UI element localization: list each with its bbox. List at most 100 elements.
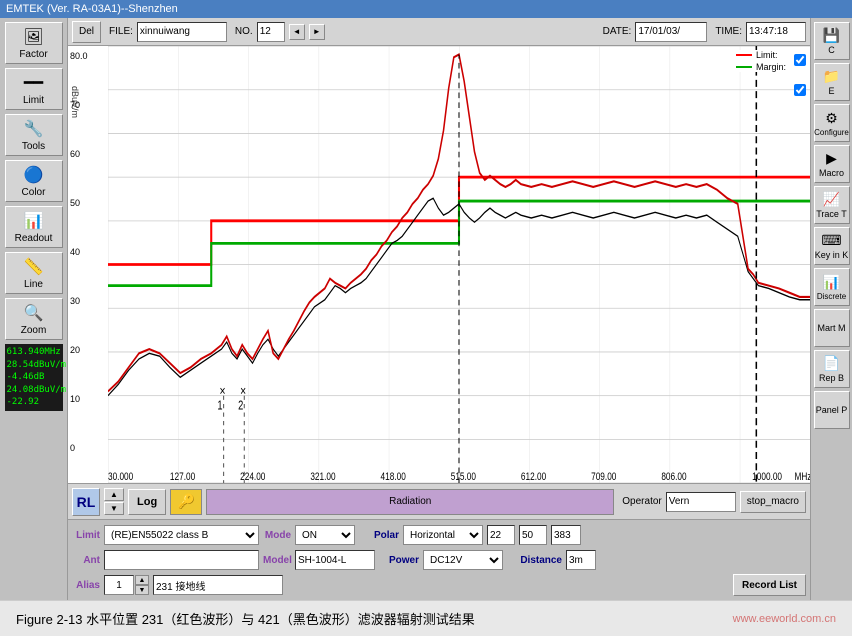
stop-macro-button[interactable]: stop_macro [740, 491, 806, 513]
time-input[interactable] [746, 22, 806, 42]
limit-select[interactable]: (RE)EN55022 class B [104, 525, 259, 545]
chart-main: × 1 × 2 30.000 127.00 224.00 321.00 418.… [108, 46, 810, 483]
right-btn-rep[interactable]: 📄 Rep B [814, 350, 850, 388]
no-prev-button[interactable]: ◄ [289, 24, 305, 40]
no-label: NO. [235, 26, 253, 37]
del-button[interactable]: Del [72, 21, 101, 43]
right-btn-f-label: E [828, 86, 834, 96]
alias-text-input[interactable] [153, 575, 283, 595]
params-area: Limit (RE)EN55022 class B Mode ON Polar … [68, 519, 810, 600]
chart-container: 80.0 70 60 50 40 30 20 10 0 dBuV/m [68, 46, 810, 483]
mode-select[interactable]: ON [295, 525, 355, 545]
polar-val3[interactable] [551, 525, 581, 545]
title-text: EMTEK (Ver. RA-03A1)--Shenzhen [6, 3, 178, 15]
power-select[interactable]: DC12V [423, 550, 503, 570]
right-btn-c-label: C [828, 45, 835, 55]
time-label: TIME: [715, 26, 742, 37]
sidebar-btn-tools[interactable]: 🔧 Tools [5, 114, 63, 156]
key-icon: 🔑 [170, 489, 202, 515]
power-label: Power [379, 555, 419, 566]
stepper-up-btn[interactable]: ▲ [135, 575, 149, 585]
right-btn-f[interactable]: 📁 E [814, 63, 850, 101]
limit-legend-line [736, 54, 752, 56]
model-input[interactable] [295, 550, 375, 570]
right-btn-configure[interactable]: ⚙ Configure [814, 104, 850, 142]
date-input[interactable] [635, 22, 707, 42]
tools-icon: 🔧 [24, 119, 44, 139]
ant-input[interactable] [104, 550, 259, 570]
alias-stepper-input[interactable] [104, 575, 134, 595]
svg-text:321.00: 321.00 [310, 471, 336, 483]
right-btn-macro[interactable]: ▶ Macro [814, 145, 850, 183]
right-btn-discrete[interactable]: 📊 Discrete [814, 268, 850, 306]
no-input[interactable] [257, 22, 285, 42]
limit-param-label: Limit [72, 530, 100, 541]
margin-legend-line [736, 66, 752, 68]
rep-label: Rep B [819, 373, 844, 383]
right-sidebar: 💾 C 📁 E ⚙ Configure ▶ Macro 📈 Trace T ⌨ [810, 18, 852, 600]
right-btn-mart[interactable]: Mart M [814, 309, 850, 347]
operator-input[interactable] [666, 492, 736, 512]
mart-label: Mart M [818, 323, 846, 333]
limit-checkbox[interactable] [794, 54, 806, 66]
stepper-down-btn[interactable]: ▼ [135, 585, 149, 595]
ant-label: Ant [72, 555, 100, 566]
y-40: 40 [70, 247, 106, 257]
file-input[interactable] [137, 22, 227, 42]
sidebar-btn-line[interactable]: 📏 Line [5, 252, 63, 294]
configure-label: Configure [814, 128, 849, 137]
limit-legend-label: Limit: [756, 50, 778, 60]
sidebar-btn-factor[interactable]: 🖼 Factor [5, 22, 63, 64]
svg-text:×: × [240, 383, 246, 399]
status-dbuy: 28.54dBuV/m [7, 359, 61, 372]
record-list-button[interactable]: Record List [733, 574, 806, 596]
distance-label: Distance [507, 555, 562, 566]
title-bar: EMTEK (Ver. RA-03A1)--Shenzhen [0, 0, 852, 18]
right-btn-trace[interactable]: 📈 Trace T [814, 186, 850, 224]
status-freq: 613.940MHz [7, 346, 61, 359]
sidebar-btn-zoom[interactable]: 🔍 Zoom [5, 298, 63, 340]
polar-label: Polar [359, 530, 399, 541]
no-next-button[interactable]: ► [309, 24, 325, 40]
discrete-icon: 📊 [823, 274, 840, 291]
nav-down-button[interactable]: ▼ [104, 502, 124, 515]
svg-text:127.00: 127.00 [170, 471, 196, 483]
file-label: FILE: [109, 26, 133, 37]
sidebar-btn-limit[interactable]: ━━ Limit [5, 68, 63, 110]
macro-label: Macro [819, 168, 844, 178]
configure-icon: ⚙ [825, 110, 838, 127]
nav-up-button[interactable]: ▲ [104, 488, 124, 501]
param-row-1: Limit (RE)EN55022 class B Mode ON Polar … [72, 524, 806, 546]
param-row-3: Alias ▲ ▼ Record List [72, 574, 806, 596]
readout-icon: 📊 [24, 211, 44, 231]
date-label: DATE: [603, 26, 632, 37]
rl-button[interactable]: RL [72, 488, 100, 516]
log-button[interactable]: Log [128, 489, 166, 515]
margin-checkbox[interactable] [794, 84, 806, 96]
right-btn-c[interactable]: 💾 C [814, 22, 850, 60]
distance-input[interactable] [566, 550, 596, 570]
save-icon: 💾 [823, 27, 840, 44]
sidebar-btn-readout[interactable]: 📊 Readout [5, 206, 63, 248]
discrete-label: Discrete [817, 292, 846, 301]
line-icon: 📏 [24, 257, 44, 277]
polar-val2[interactable] [519, 525, 547, 545]
y-20: 20 [70, 345, 106, 355]
radiation-button[interactable]: Radiation [206, 489, 614, 515]
sidebar-btn-color[interactable]: 🔵 Color [5, 160, 63, 202]
right-btn-keyin[interactable]: ⌨ Key in K [814, 227, 850, 265]
status-dbuy2: 24.08dBuV/m [7, 384, 61, 397]
svg-text:418.00: 418.00 [381, 471, 407, 483]
figure-caption: Figure 2-13 水平位置 231（红色波形）与 421（黑色波形）滤波器… [0, 600, 852, 636]
svg-text:30.000: 30.000 [108, 471, 134, 483]
polar-select[interactable]: Horizontal [403, 525, 483, 545]
param-row-2: Ant Model Power DC12V Distance [72, 549, 806, 571]
trace-label: Trace T [816, 209, 847, 219]
polar-val1[interactable] [487, 525, 515, 545]
panel-label: Panel P [816, 405, 848, 415]
svg-text:515.00: 515.00 [451, 471, 477, 483]
keyin-icon: ⌨ [821, 232, 841, 249]
svg-text:709.00: 709.00 [591, 471, 617, 483]
y-60: 60 [70, 149, 106, 159]
right-btn-panel[interactable]: Panel P [814, 391, 850, 429]
